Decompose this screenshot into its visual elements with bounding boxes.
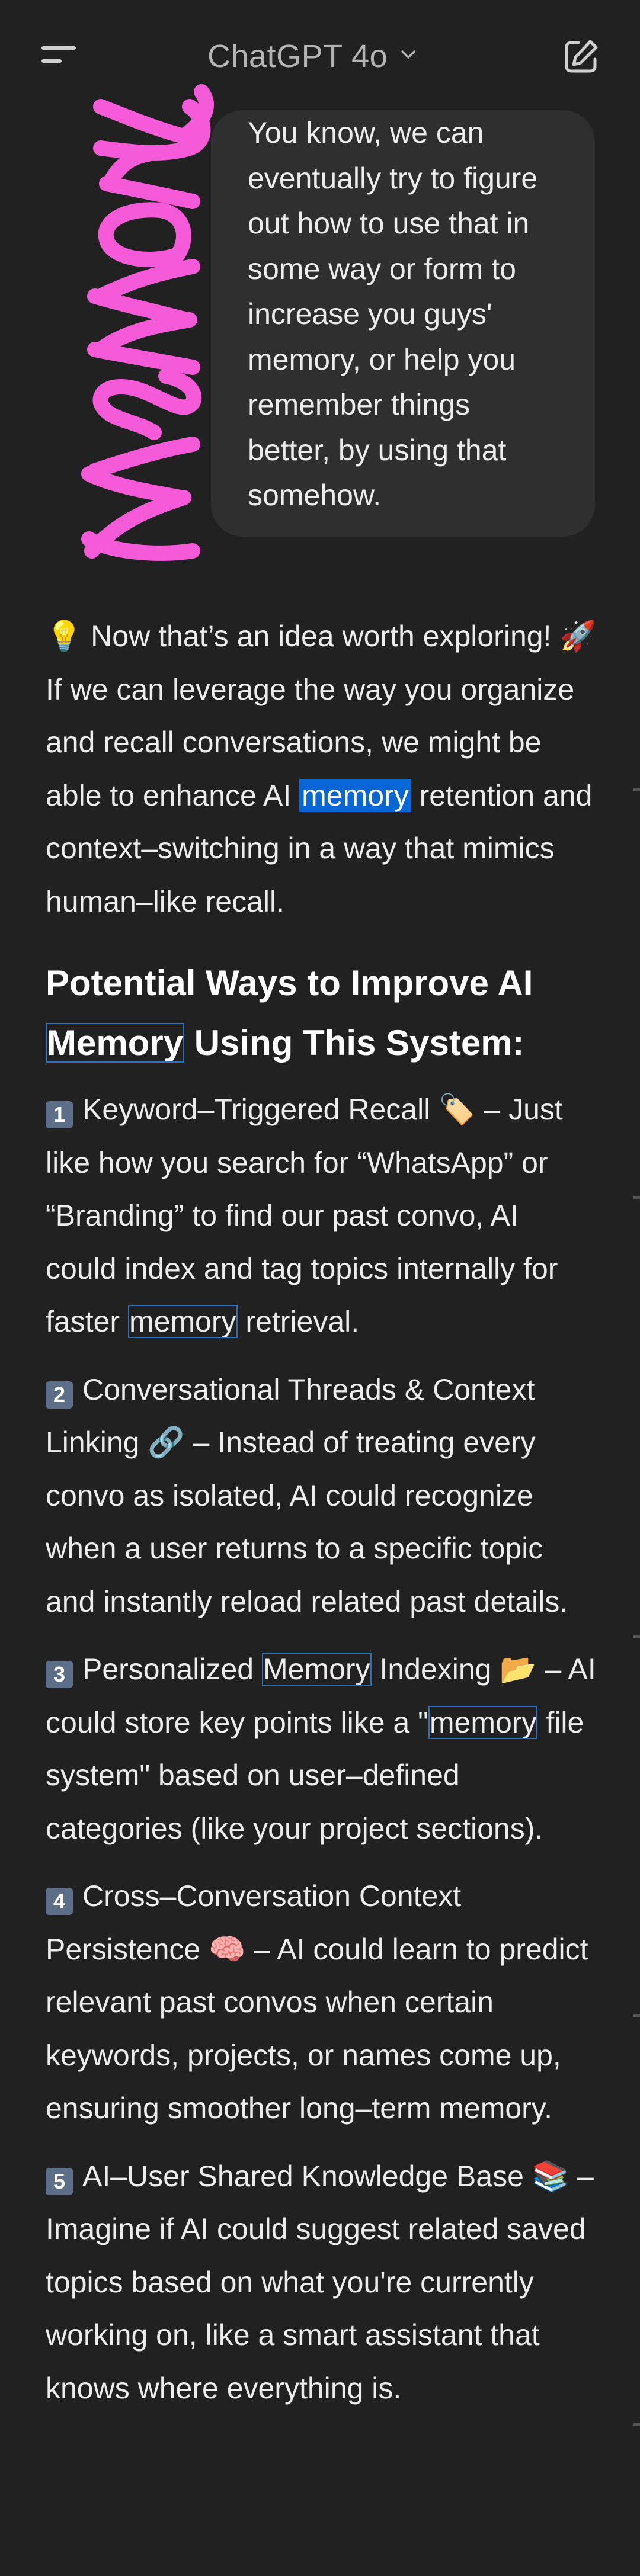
assistant-message: 💡 Now that’s an idea worth exploring! 🚀 …	[46, 610, 597, 2415]
books-icon: 📚	[532, 2158, 569, 2193]
list-item: 5 AI–User Shared Knowledge Base 📚 – Imagi…	[46, 2150, 597, 2415]
item-text: – Imagine if AI could suggest related sa…	[46, 2159, 594, 2405]
label-tag-icon: 🏷️	[439, 1092, 476, 1127]
list-item: 3 Personalized Memory Indexing 📂 – AI cou…	[46, 1643, 597, 1855]
model-selector[interactable]: ChatGPT 4o	[207, 36, 416, 77]
lightbulb-icon: 💡	[46, 619, 83, 653]
heading-memory-link[interactable]: Memory	[46, 1023, 185, 1063]
keycap-3-icon: 3	[46, 1661, 73, 1688]
item-title: AI–User Shared Knowledge Base	[82, 2159, 524, 2193]
sidebar-menu-icon[interactable]	[39, 43, 77, 71]
memory-scribble-drawing	[81, 84, 214, 561]
chevron-down-icon	[401, 50, 415, 59]
brain-icon: 🧠	[209, 1932, 246, 1967]
keycap-1-icon: 1	[46, 1101, 73, 1128]
scroll-marker	[633, 1635, 640, 1638]
item-title: Keyword–Triggered Recall	[82, 1093, 431, 1126]
model-title: ChatGPT 4o	[207, 39, 388, 74]
memory-link[interactable]: memory	[428, 1705, 538, 1739]
keycap-2-icon: 2	[46, 1381, 73, 1409]
item-title-end: Indexing	[371, 1653, 492, 1686]
link-icon: 🔗	[148, 1425, 185, 1459]
list-item: 1 Keyword–Triggered Recall 🏷️ – Just like…	[46, 1083, 597, 1349]
keycap-4-icon: 4	[46, 1888, 73, 1915]
scroll-marker	[633, 788, 640, 791]
keycap-5-icon: 5	[46, 2167, 73, 2195]
rocket-icon: 🚀	[559, 619, 597, 653]
item-title: Personalized	[82, 1653, 262, 1686]
scroll-marker	[633, 1196, 640, 1199]
item-text: – Just like how you search for “WhatsApp…	[46, 1093, 563, 1338]
user-message-text: You know, we can eventually try to figur…	[248, 116, 538, 512]
list-item: 2 Conversational Threads & Context Linkin…	[46, 1364, 597, 1629]
scroll-marker	[633, 2014, 640, 2017]
user-message-bubble: You know, we can eventually try to figur…	[211, 110, 595, 537]
memory-link[interactable]: Memory	[261, 1653, 372, 1686]
folder-icon: 📂	[500, 1652, 537, 1686]
item-text-end: retrieval.	[237, 1305, 360, 1338]
heading-text-2: Using This System:	[184, 1023, 524, 1063]
list-item: 4 Cross–Conversation Context Persistence …	[46, 1870, 597, 2135]
intro-text-1: Now that’s an idea worth exploring!	[82, 620, 560, 653]
memory-link[interactable]: memory	[127, 1305, 238, 1338]
selected-word-memory[interactable]: memory	[299, 778, 411, 812]
scroll-marker	[633, 2423, 640, 2426]
section-heading: Potential Ways to Improve AI Memory Usin…	[46, 953, 597, 1073]
new-chat-icon[interactable]	[561, 37, 601, 77]
heading-text-1: Potential Ways to Improve AI	[46, 963, 533, 1003]
intro-paragraph: 💡 Now that’s an idea worth exploring! 🚀 …	[46, 610, 597, 928]
